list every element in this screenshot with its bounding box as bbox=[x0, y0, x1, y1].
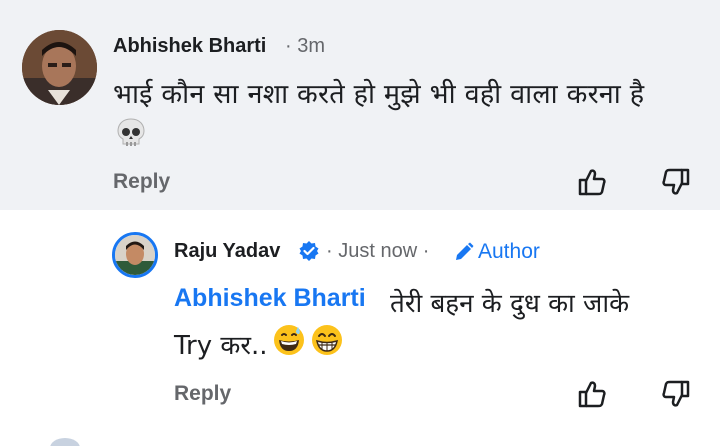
grin-emoji bbox=[310, 323, 344, 357]
author-badge: Author bbox=[478, 240, 540, 263]
reply-button[interactable]: Reply bbox=[174, 382, 231, 406]
verified-badge-icon bbox=[298, 240, 320, 262]
dislike-icon[interactable] bbox=[660, 166, 692, 198]
reply-text-line1: तेरी बहन के दुध का जाके bbox=[390, 289, 630, 319]
like-icon[interactable] bbox=[576, 378, 608, 410]
comment-block: Abhishek Bharti · 3m भाई कौन सा नशा करते… bbox=[0, 0, 720, 210]
reply-button[interactable]: Reply bbox=[113, 170, 170, 194]
reply-text-line2: Try कर.. bbox=[174, 331, 268, 361]
grinning-sweat-emoji bbox=[272, 323, 306, 357]
avatar[interactable] bbox=[112, 232, 158, 278]
avatar[interactable] bbox=[50, 438, 80, 446]
comment-author-name[interactable]: Abhishek Bharti bbox=[113, 35, 266, 58]
comment-timestamp: · 3m bbox=[285, 35, 325, 57]
skull-emoji bbox=[114, 116, 148, 150]
reply-author-name[interactable]: Raju Yadav bbox=[174, 240, 280, 263]
avatar[interactable] bbox=[22, 30, 97, 105]
like-icon[interactable] bbox=[576, 166, 608, 198]
comment-text: भाई कौन सा नशा करते हो मुझे भी वही वाला … bbox=[113, 79, 645, 110]
pencil-icon bbox=[454, 242, 474, 262]
mention-link[interactable]: Abhishek Bharti bbox=[174, 284, 366, 313]
reply-timestamp: · Just now · bbox=[326, 240, 430, 262]
dislike-icon[interactable] bbox=[660, 378, 692, 410]
